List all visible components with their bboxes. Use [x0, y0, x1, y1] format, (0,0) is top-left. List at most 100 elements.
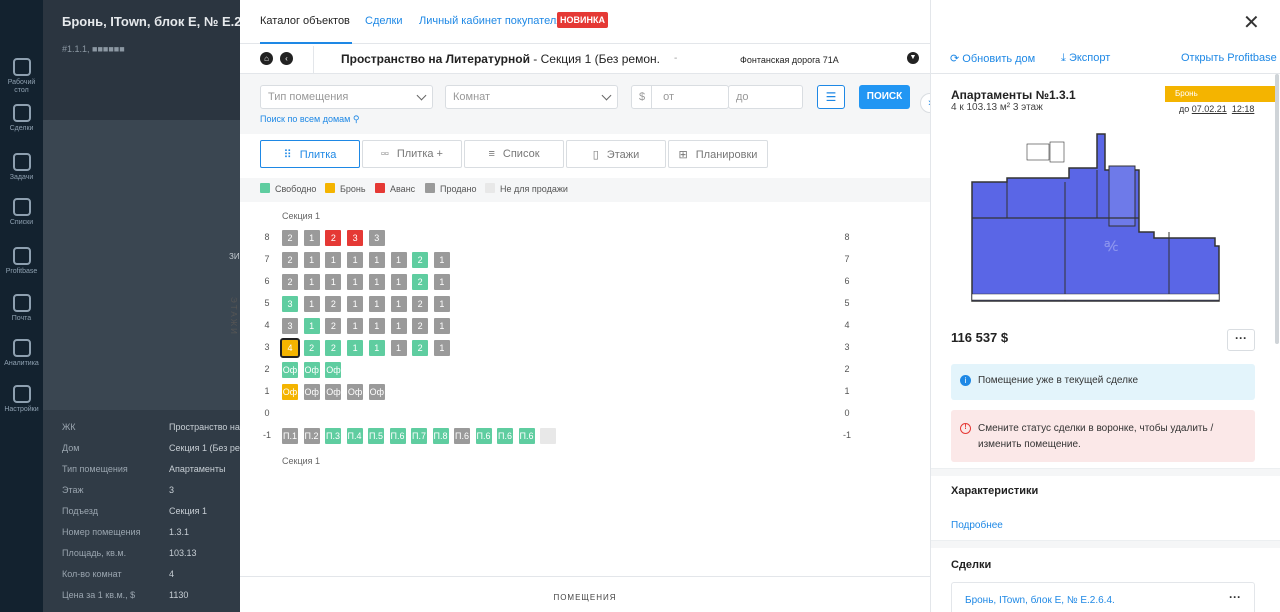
- unit-cell[interactable]: 2: [303, 340, 320, 356]
- unit-cell[interactable]: 1: [390, 296, 407, 312]
- export-button[interactable]: ⤓ Экспорт: [1061, 52, 1110, 65]
- tab-buyer-cabinet[interactable]: Личный кабинет покупателя: [419, 15, 562, 27]
- unit-cell[interactable]: Оф: [282, 362, 298, 378]
- unit-cell[interactable]: 1: [433, 296, 450, 312]
- unit-cell[interactable]: 2: [412, 296, 429, 312]
- unit-cell[interactable]: 1: [303, 318, 320, 334]
- unit-cell[interactable]: 1: [368, 274, 385, 290]
- unit-cell[interactable]: 2: [412, 252, 429, 268]
- unit-cell[interactable]: П.1: [282, 428, 298, 444]
- unit-cell[interactable]: П.7: [411, 428, 427, 444]
- unit-cell[interactable]: 4: [280, 338, 300, 358]
- tab-deals[interactable]: Сделки: [365, 15, 403, 27]
- view-list-button[interactable]: ≡ Список: [464, 140, 564, 168]
- unit-cell[interactable]: 2: [325, 318, 342, 334]
- unit-cell[interactable]: 1: [347, 340, 364, 356]
- deal-more-button[interactable]: ···: [1229, 590, 1241, 604]
- panel-scrollbar[interactable]: [1275, 74, 1279, 344]
- unit-cell[interactable]: Оф: [282, 384, 298, 400]
- unit-cell[interactable]: 1: [433, 318, 450, 334]
- sidebar-item[interactable]: Сделки: [0, 104, 43, 133]
- sidebar-item[interactable]: Задачи: [0, 153, 43, 182]
- unit-cell[interactable]: Оф: [325, 362, 342, 378]
- open-profitbase-link[interactable]: Открыть Profitbase: [1181, 52, 1277, 64]
- rooms-select[interactable]: Комнат: [445, 85, 618, 109]
- floor-plan-image[interactable]: ℀: [969, 126, 1229, 306]
- unit-cell[interactable]: 1: [390, 252, 407, 268]
- unit-cell[interactable]: 1: [303, 274, 320, 290]
- unit-cell[interactable]: 1: [368, 340, 385, 356]
- unit-cell[interactable]: П.6: [454, 428, 470, 444]
- unit-cell[interactable]: 2: [412, 274, 429, 290]
- view-tiles-button[interactable]: ⠿ Плитка: [260, 140, 360, 168]
- unit-cell[interactable]: 1: [368, 318, 385, 334]
- units-label[interactable]: ПОМЕЩЕНИЯ: [240, 593, 930, 602]
- view-floors-button[interactable]: ▯ Этажи: [566, 140, 666, 168]
- unit-cell[interactable]: П.3: [325, 428, 341, 444]
- unit-cell[interactable]: 2: [282, 274, 298, 290]
- characteristics-more-link[interactable]: Подробнее: [951, 520, 1003, 531]
- unit-cell[interactable]: 1: [390, 318, 407, 334]
- unit-cell[interactable]: П.6: [475, 428, 492, 444]
- unit-cell[interactable]: 2: [412, 340, 429, 356]
- unit-cell[interactable]: П.2: [303, 428, 320, 444]
- project-title[interactable]: Пространство на Литературной - Секция 1 …: [341, 52, 661, 66]
- unit-cell[interactable]: 1: [390, 340, 407, 356]
- filter-settings-button[interactable]: ☰: [817, 85, 845, 109]
- unit-cell[interactable]: 1: [347, 274, 364, 290]
- view-layouts-button[interactable]: ⊞ Планировки: [668, 140, 768, 168]
- unit-cell[interactable]: 2: [325, 340, 342, 356]
- unit-cell[interactable]: Оф: [347, 384, 364, 400]
- unit-cell[interactable]: 2: [412, 318, 429, 334]
- unit-cell[interactable]: Оф: [368, 384, 385, 400]
- view-tiles-plus-button[interactable]: ▫▫ Плитка +: [362, 140, 462, 168]
- unit-cell[interactable]: 3: [282, 318, 298, 334]
- unit-cell[interactable]: 1: [347, 318, 364, 334]
- unit-cell[interactable]: Оф: [325, 384, 342, 400]
- refresh-house-button[interactable]: ⟳ Обновить дом: [950, 52, 1035, 65]
- unit-cell[interactable]: 1: [433, 252, 450, 268]
- unit-cell[interactable]: 1: [347, 252, 364, 268]
- chevron-down-icon[interactable]: ▼: [907, 52, 919, 64]
- unit-cell[interactable]: [540, 428, 556, 444]
- price-from-input[interactable]: $ от: [631, 85, 729, 109]
- sidebar-item[interactable]: Почта: [0, 294, 43, 323]
- home-icon[interactable]: ⌂: [260, 52, 273, 65]
- price-to-input[interactable]: до: [728, 85, 803, 109]
- unit-cell[interactable]: 1: [368, 296, 385, 312]
- unit-cell[interactable]: П.6: [389, 428, 406, 444]
- unit-cell[interactable]: 2: [325, 296, 342, 312]
- sidebar-item[interactable]: Рабочий стол: [0, 58, 43, 95]
- unit-cell[interactable]: 2: [282, 230, 298, 246]
- unit-cell[interactable]: 1: [433, 340, 450, 356]
- search-all-houses-link[interactable]: Поиск по всем домам ⚲: [260, 114, 359, 125]
- unit-cell[interactable]: 3: [347, 230, 364, 246]
- back-icon[interactable]: ‹: [280, 52, 293, 65]
- more-options-button[interactable]: ···: [1227, 329, 1255, 351]
- close-icon[interactable]: ✕: [1243, 10, 1260, 35]
- unit-cell[interactable]: 1: [303, 252, 320, 268]
- unit-cell[interactable]: 1: [390, 274, 407, 290]
- unit-cell[interactable]: 1: [325, 274, 342, 290]
- unit-cell[interactable]: П.6: [518, 428, 535, 444]
- tab-catalog[interactable]: Каталог объектов: [260, 15, 352, 44]
- unit-cell[interactable]: 2: [325, 230, 342, 246]
- unit-cell[interactable]: 3: [368, 230, 385, 246]
- unit-cell[interactable]: П.5: [368, 428, 384, 444]
- unit-cell[interactable]: 1: [303, 230, 320, 246]
- sidebar-item[interactable]: Profitbase: [0, 247, 43, 276]
- sidebar-item[interactable]: Аналитика: [0, 339, 43, 368]
- deal-link[interactable]: Бронь, ITown, блок Е, № Е.2.6.4.: [965, 595, 1115, 606]
- unit-cell[interactable]: 1: [325, 252, 342, 268]
- unit-cell[interactable]: 2: [282, 252, 298, 268]
- type-select[interactable]: Тип помещения: [260, 85, 433, 109]
- sidebar-item[interactable]: Списки: [0, 198, 43, 227]
- unit-cell[interactable]: 1: [347, 296, 364, 312]
- unit-cell[interactable]: П.8: [432, 428, 449, 444]
- search-button[interactable]: ПОИСК: [859, 85, 910, 109]
- unit-cell[interactable]: П.6: [497, 428, 513, 444]
- sidebar-item[interactable]: Настройки: [0, 385, 43, 414]
- unit-cell[interactable]: П.4: [346, 428, 363, 444]
- unit-cell[interactable]: Оф: [303, 362, 320, 378]
- unit-cell[interactable]: 1: [368, 252, 385, 268]
